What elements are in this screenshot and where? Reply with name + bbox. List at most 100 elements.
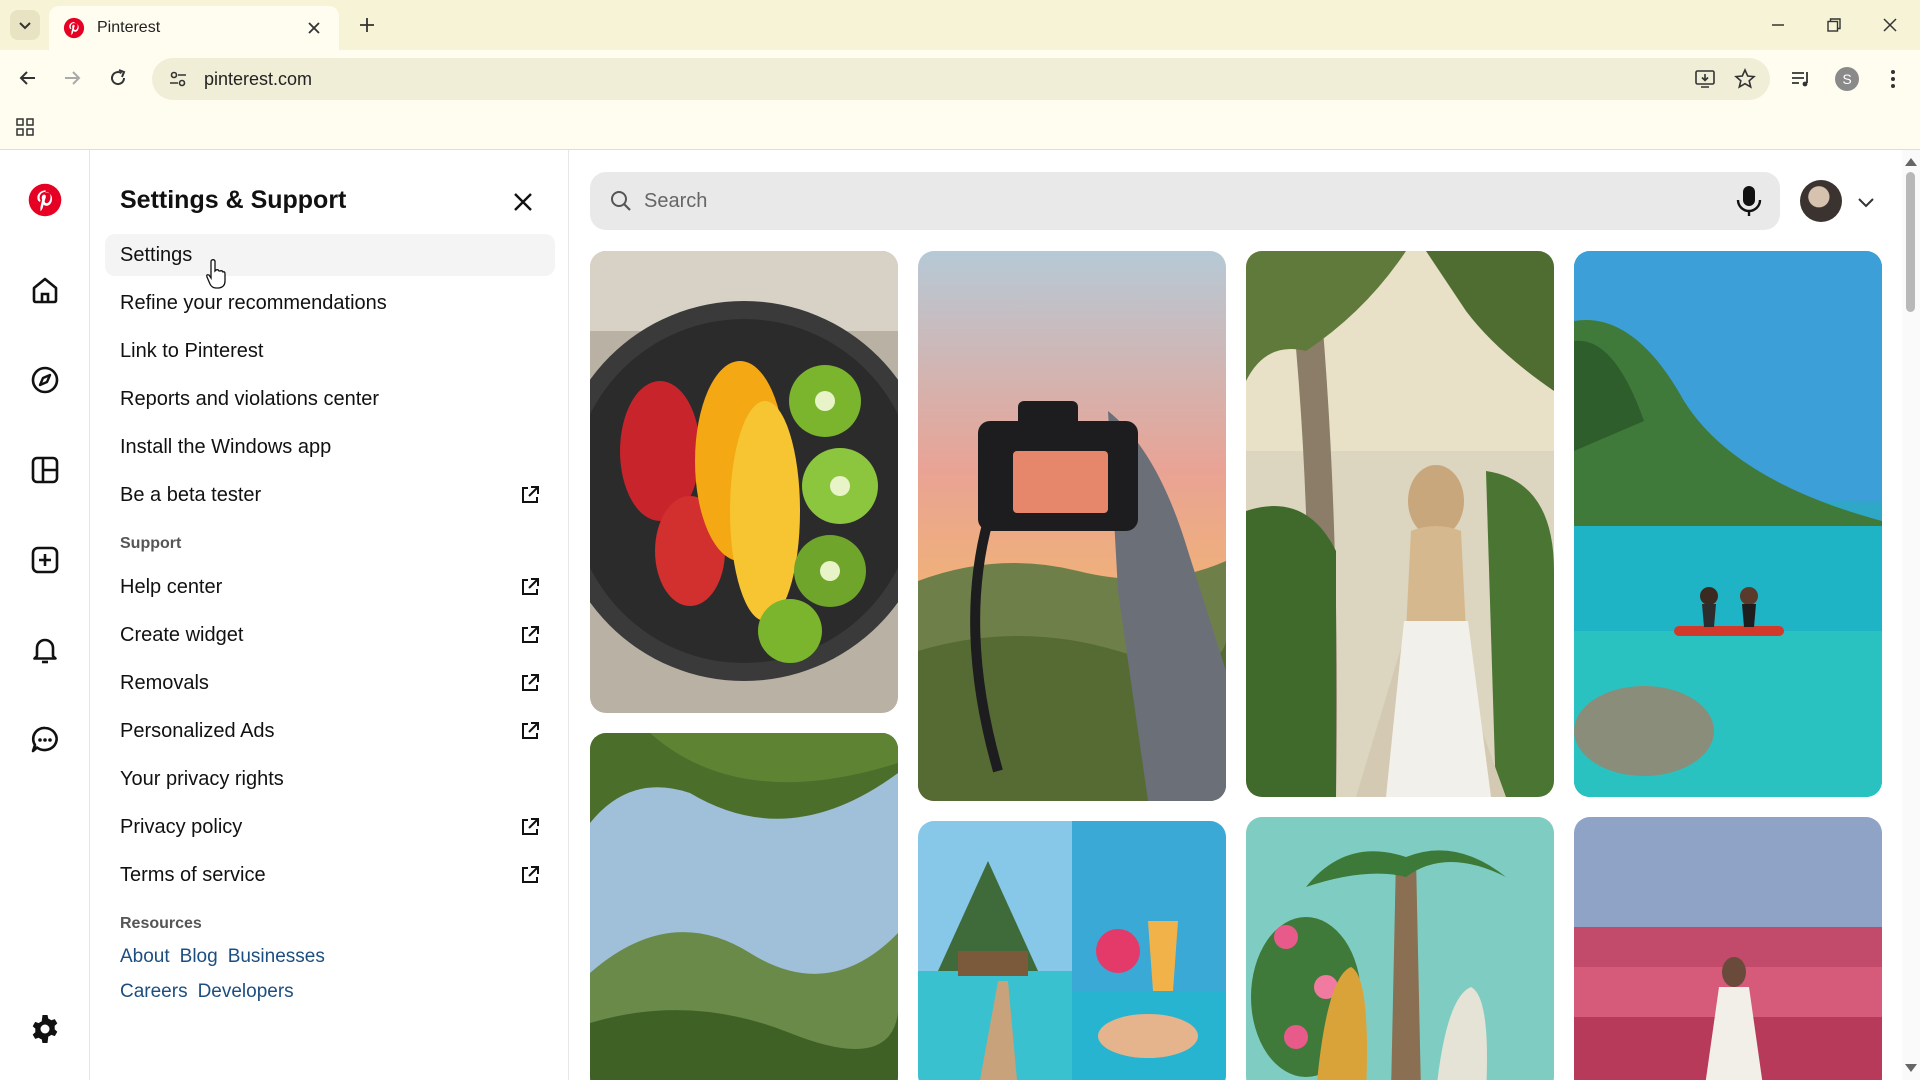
scrollbar-thumb[interactable] [1906, 172, 1915, 312]
panel-close-button[interactable] [505, 184, 541, 220]
pin-image-tropical-resort [918, 821, 1226, 1080]
pin-palm-path[interactable] [1246, 251, 1554, 797]
scroll-down-arrow-icon[interactable] [1904, 1062, 1918, 1074]
notifications-link[interactable] [20, 625, 70, 675]
browser-menu-button[interactable] [1876, 62, 1910, 96]
menu-item-privacy-policy[interactable]: Privacy policy [105, 806, 555, 848]
tab-search-button[interactable] [10, 10, 40, 40]
resources-links-row-1: About Blog Businesses [120, 946, 325, 968]
close-icon [308, 22, 320, 34]
explore-link[interactable] [20, 355, 70, 405]
profile-avatar-icon: S [1835, 67, 1859, 91]
external-link-icon [522, 578, 539, 595]
pinterest-logo-link[interactable] [20, 175, 70, 225]
pin-fruit-bowl[interactable] [590, 251, 898, 713]
menu-item-settings[interactable]: Settings [105, 234, 555, 276]
user-avatar[interactable] [1800, 180, 1842, 222]
menu-item-removals[interactable]: Removals [105, 662, 555, 704]
restore-icon [1827, 18, 1841, 32]
restore-button[interactable] [1814, 8, 1854, 42]
close-icon [1883, 18, 1897, 32]
settings-link[interactable] [20, 1004, 70, 1054]
menu-item-help-center[interactable]: Help center [105, 566, 555, 608]
profile-button[interactable]: S [1830, 62, 1864, 96]
resource-link-careers[interactable]: Careers [120, 981, 188, 1003]
pin-surfboard-palms[interactable] [1246, 817, 1554, 1080]
explore-compass-icon [31, 366, 59, 394]
close-icon [514, 193, 532, 211]
notifications-bell-icon [33, 638, 57, 664]
close-window-button[interactable] [1870, 8, 1910, 42]
menu-item-refine-recommendations[interactable]: Refine your recommendations [105, 282, 555, 324]
pin-kayak-lagoon[interactable] [1574, 251, 1882, 797]
chevron-down-icon[interactable] [1856, 192, 1876, 212]
microphone-icon[interactable] [1732, 184, 1766, 218]
messages-chat-icon [31, 726, 58, 753]
pin-mountain-tree[interactable] [590, 733, 898, 1080]
pin-flower-field[interactable] [1574, 817, 1882, 1080]
external-link-icon [522, 866, 539, 883]
pin-tropical-resort[interactable] [918, 821, 1226, 1080]
menu-item-terms-of-service[interactable]: Terms of service [105, 854, 555, 896]
pin-image-camera-sunset [918, 251, 1226, 801]
plus-icon [360, 18, 374, 32]
boards-link[interactable] [20, 445, 70, 495]
reload-button[interactable] [102, 62, 134, 94]
back-button[interactable] [12, 62, 44, 94]
apps-grid-button[interactable] [12, 114, 38, 140]
external-link-icon [522, 626, 539, 643]
home-icon [32, 277, 58, 304]
url-text[interactable]: pinterest.com [204, 69, 1690, 90]
star-icon [1734, 68, 1756, 89]
search-icon [611, 191, 631, 211]
support-section-label: Support [120, 535, 182, 552]
apps-grid-icon [16, 118, 34, 136]
svg-text:S: S [1842, 71, 1851, 87]
tab-close-button[interactable] [303, 17, 325, 39]
resource-link-blog[interactable]: Blog [180, 946, 218, 968]
forward-button[interactable] [56, 62, 88, 94]
menu-item-install-windows-app[interactable]: Install the Windows app [105, 426, 555, 468]
pin-image-palm-path [1246, 251, 1554, 797]
menu-item-create-widget[interactable]: Create widget [105, 614, 555, 656]
address-bar[interactable]: pinterest.com [152, 58, 1770, 100]
mouse-cursor-hand-icon [206, 259, 226, 289]
menu-item-link-to-pinterest[interactable]: Link to Pinterest [105, 330, 555, 372]
pinterest-favicon-icon [63, 17, 85, 39]
minimize-icon [1772, 24, 1784, 26]
search-input[interactable]: Search [644, 190, 1780, 213]
install-app-button[interactable] [1690, 64, 1720, 94]
site-settings-icon[interactable] [168, 69, 188, 89]
create-plus-icon [31, 546, 59, 574]
resources-links-row-2: Careers Developers [120, 981, 294, 1003]
minimize-button[interactable] [1758, 8, 1798, 42]
pin-camera-sunset[interactable] [918, 251, 1226, 801]
browser-tab[interactable]: Pinterest [49, 6, 339, 50]
menu-item-reports-violations[interactable]: Reports and violations center [105, 378, 555, 420]
settings-support-panel: Settings & Support Settings Refine your … [91, 150, 569, 1080]
resources-section-label: Resources [120, 915, 202, 932]
menu-item-personalized-ads[interactable]: Personalized Ads [105, 710, 555, 752]
pin-image-flower-field [1574, 817, 1882, 1080]
create-link[interactable] [20, 535, 70, 585]
resource-link-businesses[interactable]: Businesses [228, 946, 325, 968]
more-vertical-icon [1891, 70, 1895, 88]
pin-image-mountain-tree [590, 733, 898, 1080]
boards-icon [31, 456, 59, 484]
resource-link-about[interactable]: About [120, 946, 170, 968]
resource-link-developers[interactable]: Developers [198, 981, 294, 1003]
media-control-button[interactable] [1784, 62, 1818, 96]
search-bar[interactable]: Search [590, 172, 1780, 230]
menu-item-beta-tester[interactable]: Be a beta tester [105, 474, 555, 516]
new-tab-button[interactable] [354, 12, 380, 38]
bookmarks-bar [0, 108, 1920, 150]
home-link[interactable] [20, 265, 70, 315]
external-link-icon [522, 722, 539, 739]
menu-item-privacy-rights[interactable]: Your privacy rights [105, 758, 555, 800]
bookmark-star-button[interactable] [1730, 64, 1760, 94]
install-app-icon [1695, 70, 1715, 88]
panel-title: Settings & Support [120, 186, 347, 214]
scroll-up-arrow-icon[interactable] [1904, 156, 1918, 168]
settings-gear-icon [32, 1015, 58, 1043]
messages-link[interactable] [20, 715, 70, 765]
